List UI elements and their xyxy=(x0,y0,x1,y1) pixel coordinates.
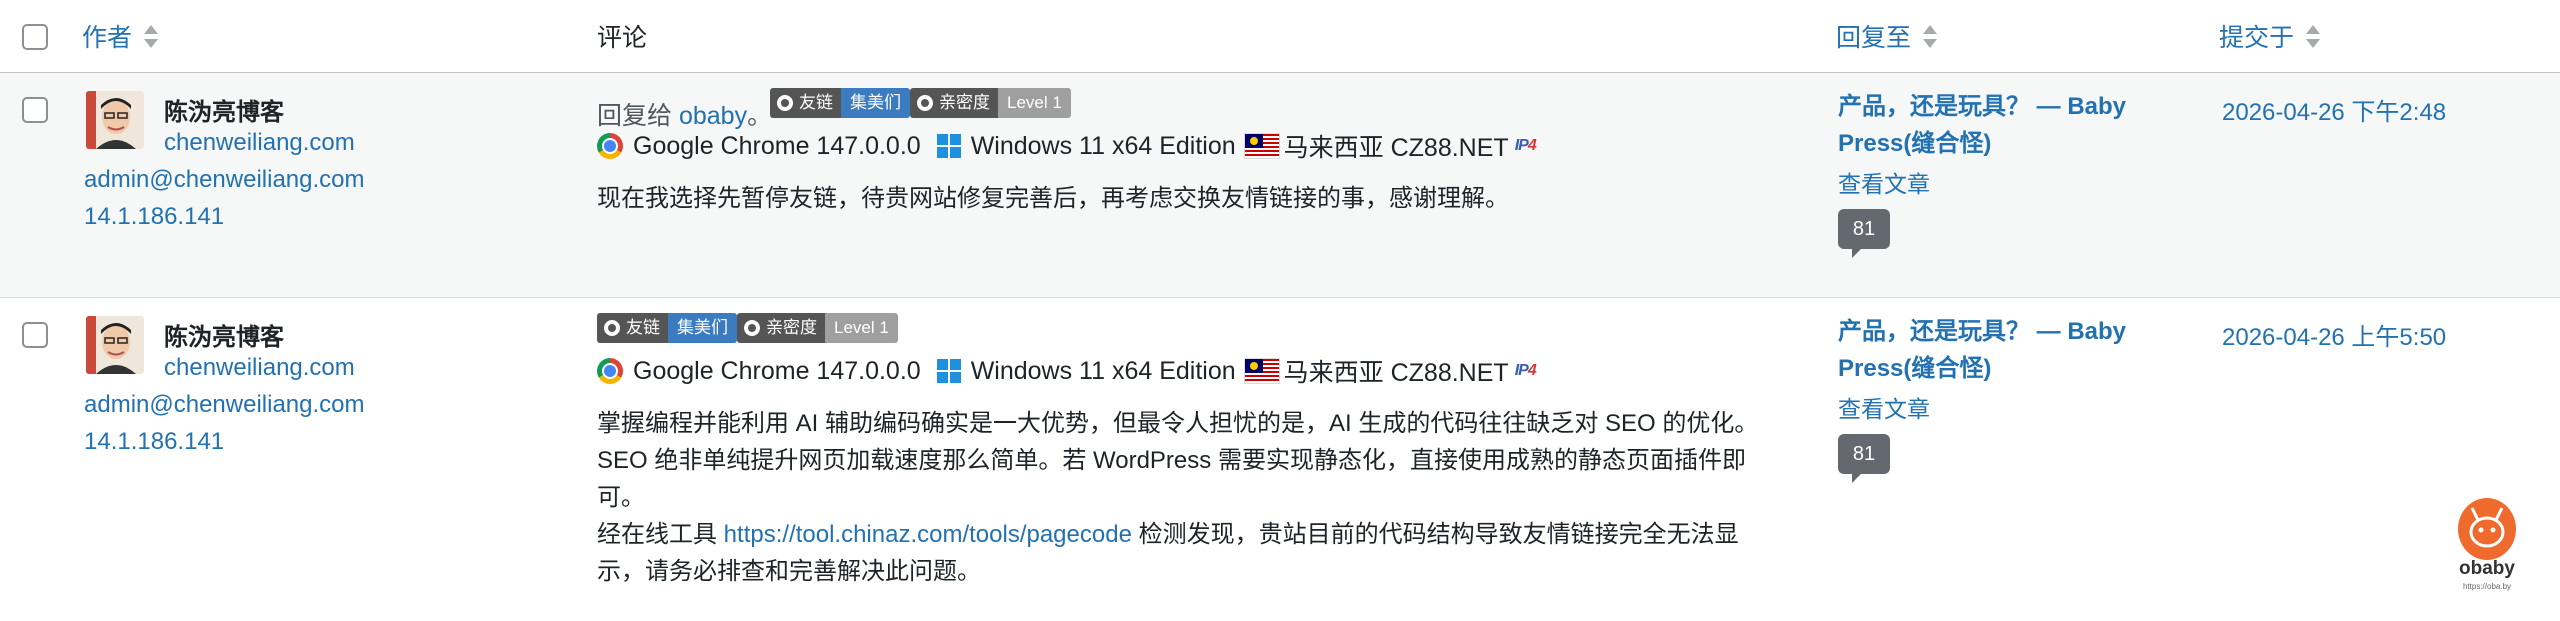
avatar xyxy=(86,316,144,374)
obaby-logo-url: https://oba.by xyxy=(2462,582,2512,591)
friend-link-badge: 友链 集美们 xyxy=(597,313,737,343)
badge-label: 友链 xyxy=(626,318,660,337)
comment-text: 现在我选择先暂停友链，待贵网站修复完善后，再考虑交换友情链接的事，感谢理解。 xyxy=(597,180,1797,217)
comment-line: SEO 绝非单纯提升网页加载速度那么简单。若 WordPress 需要实现静态化… xyxy=(597,447,1746,474)
sort-arrows-icon xyxy=(144,24,159,50)
obaby-logo: obaby https://oba.by xyxy=(2442,498,2532,598)
author-name: 陈沩亮博客 xyxy=(164,324,284,351)
location-label: 马来西亚 CZ88.NET xyxy=(1283,359,1509,387)
malaysia-flag-icon xyxy=(1243,133,1280,159)
submitted-date-link[interactable]: 2026-04-26 上午5:50 xyxy=(2222,317,2446,352)
author-url-link[interactable]: chenweiliang.com xyxy=(164,354,355,382)
user-agent-line: Google Chrome 147.0.0.0 Windows 11 x64 E… xyxy=(597,356,1537,387)
view-post-link[interactable]: 查看文章 xyxy=(1838,390,1930,424)
obaby-logo-icon xyxy=(2458,498,2516,560)
table-header: 作者 评论 回复至 提交于 xyxy=(0,0,2560,73)
comment-text: 掌握编程并能利用 AI 辅助编码确实是一大优势，但最令人担忧的是，AI 生成的代… xyxy=(597,405,1797,590)
column-date-sort[interactable]: 提交于 xyxy=(2219,0,2321,72)
author-url-link[interactable]: chenweiliang.com xyxy=(164,129,355,157)
submitted-date-link[interactable]: 2026-04-26 下午2:48 xyxy=(2222,92,2446,127)
badge-icon xyxy=(777,95,793,111)
browser-label: Google Chrome 147.0.0.0 xyxy=(633,356,921,385)
comment-text-span: 经在线工具 xyxy=(597,521,717,548)
windows-icon xyxy=(936,134,961,158)
badge-value: Level 1 xyxy=(825,313,898,343)
avatar xyxy=(86,91,144,149)
intimacy-badge: 亲密度 Level 1 xyxy=(737,313,898,343)
badge-icon xyxy=(917,95,933,111)
comment-line: 掌握编程并能利用 AI 辅助编码确实是一大优势，但最令人担忧的是，AI 生成的代… xyxy=(597,410,1759,437)
comment-line: 示，请务必排查和完善解决此问题。 xyxy=(597,558,981,585)
sort-arrows-icon xyxy=(2306,24,2321,50)
column-response-label: 回复至 xyxy=(1836,24,1912,52)
comments-table: 作者 评论 回复至 提交于 陈沩亮博客 chenweiliang.com adm… xyxy=(0,0,2560,621)
sort-arrows-icon xyxy=(1923,24,1938,50)
intimacy-badge: 亲密度 Level 1 xyxy=(910,88,1071,118)
pagecode-tool-link[interactable]: https://tool.chinaz.com/tools/pagecode xyxy=(724,521,1132,548)
reply-suffix: 。 xyxy=(747,102,773,130)
user-agent-line: Google Chrome 147.0.0.0 Windows 11 x64 E… xyxy=(597,131,1537,162)
view-post-link[interactable]: 查看文章 xyxy=(1838,165,1930,199)
comment-line: 经在线工具 https://tool.chinaz.com/tools/page… xyxy=(597,516,1797,553)
reply-to-line: 回复给 obaby。 xyxy=(597,96,772,132)
row-checkbox[interactable] xyxy=(22,322,48,348)
comment-count-bubble[interactable]: 81 xyxy=(1838,434,1890,483)
reply-prefix: 回复给 xyxy=(597,102,673,130)
ipv4-icon: IP4 xyxy=(1514,137,1537,154)
badge-icon xyxy=(604,320,620,336)
select-all-checkbox[interactable] xyxy=(22,24,48,50)
os-label: Windows 11 x64 Edition xyxy=(970,356,1236,385)
response-post-link[interactable]: 产品，还是玩具？ — Baby Press(缝合怪) xyxy=(1838,88,2168,162)
malaysia-flag-icon xyxy=(1243,358,1280,384)
column-author-sort[interactable]: 作者 xyxy=(82,0,159,72)
badge-value: 集美们 xyxy=(668,313,737,343)
column-comment-label: 评论 xyxy=(597,24,648,52)
location-label: 马来西亚 CZ88.NET xyxy=(1283,134,1509,162)
response-post-link[interactable]: 产品，还是玩具？ — Baby Press(缝合怪) xyxy=(1838,313,2168,387)
row-checkbox[interactable] xyxy=(22,97,48,123)
comment-text-span: 检测发现，贵站目前的代码结构导致友情链接完全无法显 xyxy=(1138,521,1739,548)
comment-line: 可。 xyxy=(597,484,645,511)
comment-count-bubble[interactable]: 81 xyxy=(1838,209,1890,258)
chrome-icon xyxy=(597,358,623,384)
author-name: 陈沩亮博客 xyxy=(164,99,284,126)
chrome-icon xyxy=(597,133,623,159)
ipv4-icon: IP4 xyxy=(1514,362,1537,379)
table-row: 陈沩亮博客 chenweiliang.com admin@chenweilian… xyxy=(0,298,2560,621)
os-label: Windows 11 x64 Edition xyxy=(970,131,1236,160)
badge-value: 集美们 xyxy=(841,88,910,118)
badge-label: 亲密度 xyxy=(939,93,990,112)
table-row: 陈沩亮博客 chenweiliang.com admin@chenweilian… xyxy=(0,73,2560,298)
badge-icon xyxy=(744,320,760,336)
author-ip-link[interactable]: 14.1.186.141 xyxy=(84,428,224,456)
column-author-label: 作者 xyxy=(82,24,133,52)
obaby-logo-text: obaby xyxy=(2459,558,2515,579)
column-response-sort[interactable]: 回复至 xyxy=(1836,0,1938,72)
badge-label: 亲密度 xyxy=(766,318,817,337)
author-email-link[interactable]: admin@chenweiliang.com xyxy=(84,166,365,194)
windows-icon xyxy=(936,359,961,383)
author-ip-link[interactable]: 14.1.186.141 xyxy=(84,203,224,231)
author-email-link[interactable]: admin@chenweiliang.com xyxy=(84,391,365,419)
comment-line: 现在我选择先暂停友链，待贵网站修复完善后，再考虑交换友情链接的事，感谢理解。 xyxy=(597,185,1509,212)
reply-to-link[interactable]: obaby xyxy=(679,102,747,130)
browser-label: Google Chrome 147.0.0.0 xyxy=(633,131,921,160)
badge-value: Level 1 xyxy=(998,88,1071,118)
column-date-label: 提交于 xyxy=(2219,24,2295,52)
friend-link-badge: 友链 集美们 xyxy=(770,88,910,118)
badge-label: 友链 xyxy=(799,93,833,112)
